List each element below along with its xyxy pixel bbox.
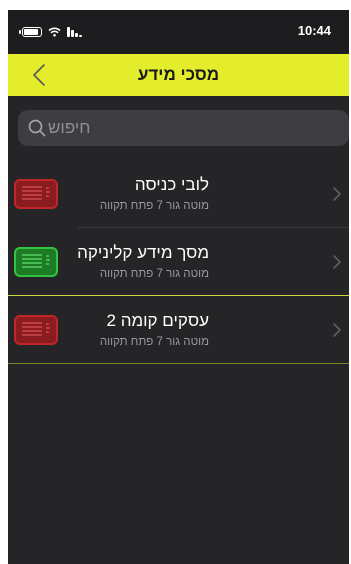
screen-offline-icon xyxy=(14,315,58,345)
status-icons xyxy=(19,24,82,40)
list-item[interactable]: מסך מידע קליניקה מוטה גור 7 פתח תקווה xyxy=(8,228,349,296)
item-subtitle: מוטה גור 7 פתח תקווה xyxy=(99,200,209,212)
screens-list: לובי כניסה מוטה גור 7 פתח תקווה מסך מידע… xyxy=(8,160,349,364)
chevron-right-icon xyxy=(333,187,341,201)
list-item[interactable]: עסקים קומה 2 מוטה גור 7 פתח תקווה xyxy=(8,296,349,364)
item-title: מסך מידע קליניקה xyxy=(77,243,209,262)
item-title: לובי כניסה xyxy=(134,175,209,194)
divider xyxy=(8,363,349,364)
page-title: מסכי מידע xyxy=(137,65,220,84)
chevron-right-icon xyxy=(333,255,341,269)
signal-icon xyxy=(67,27,82,37)
item-subtitle: מוטה גור 7 פתח תקווה xyxy=(99,336,209,348)
search-input[interactable]: חיפוש xyxy=(18,110,349,146)
search-placeholder: חיפוש xyxy=(48,118,91,137)
search-icon xyxy=(28,119,46,137)
screen-online-icon xyxy=(14,247,58,277)
status-time: 10:44 xyxy=(297,23,331,38)
battery-icon xyxy=(19,27,42,37)
item-title: עסקים קומה 2 xyxy=(106,311,210,330)
item-subtitle: מוטה גור 7 פתח תקווה xyxy=(99,268,209,280)
list-item[interactable]: לובי כניסה מוטה גור 7 פתח תקווה xyxy=(8,160,349,228)
nav-bar: מסכי מידע xyxy=(8,54,349,96)
status-bar: 10:44 xyxy=(8,10,349,54)
screen-offline-icon xyxy=(14,179,58,209)
search-area: חיפוש xyxy=(8,96,349,160)
chevron-right-icon xyxy=(333,323,341,337)
app-screen: 10:44 מסכי מידע חיפוש לובי כניסה מוטה גו… xyxy=(8,10,349,564)
wifi-icon xyxy=(48,27,61,37)
